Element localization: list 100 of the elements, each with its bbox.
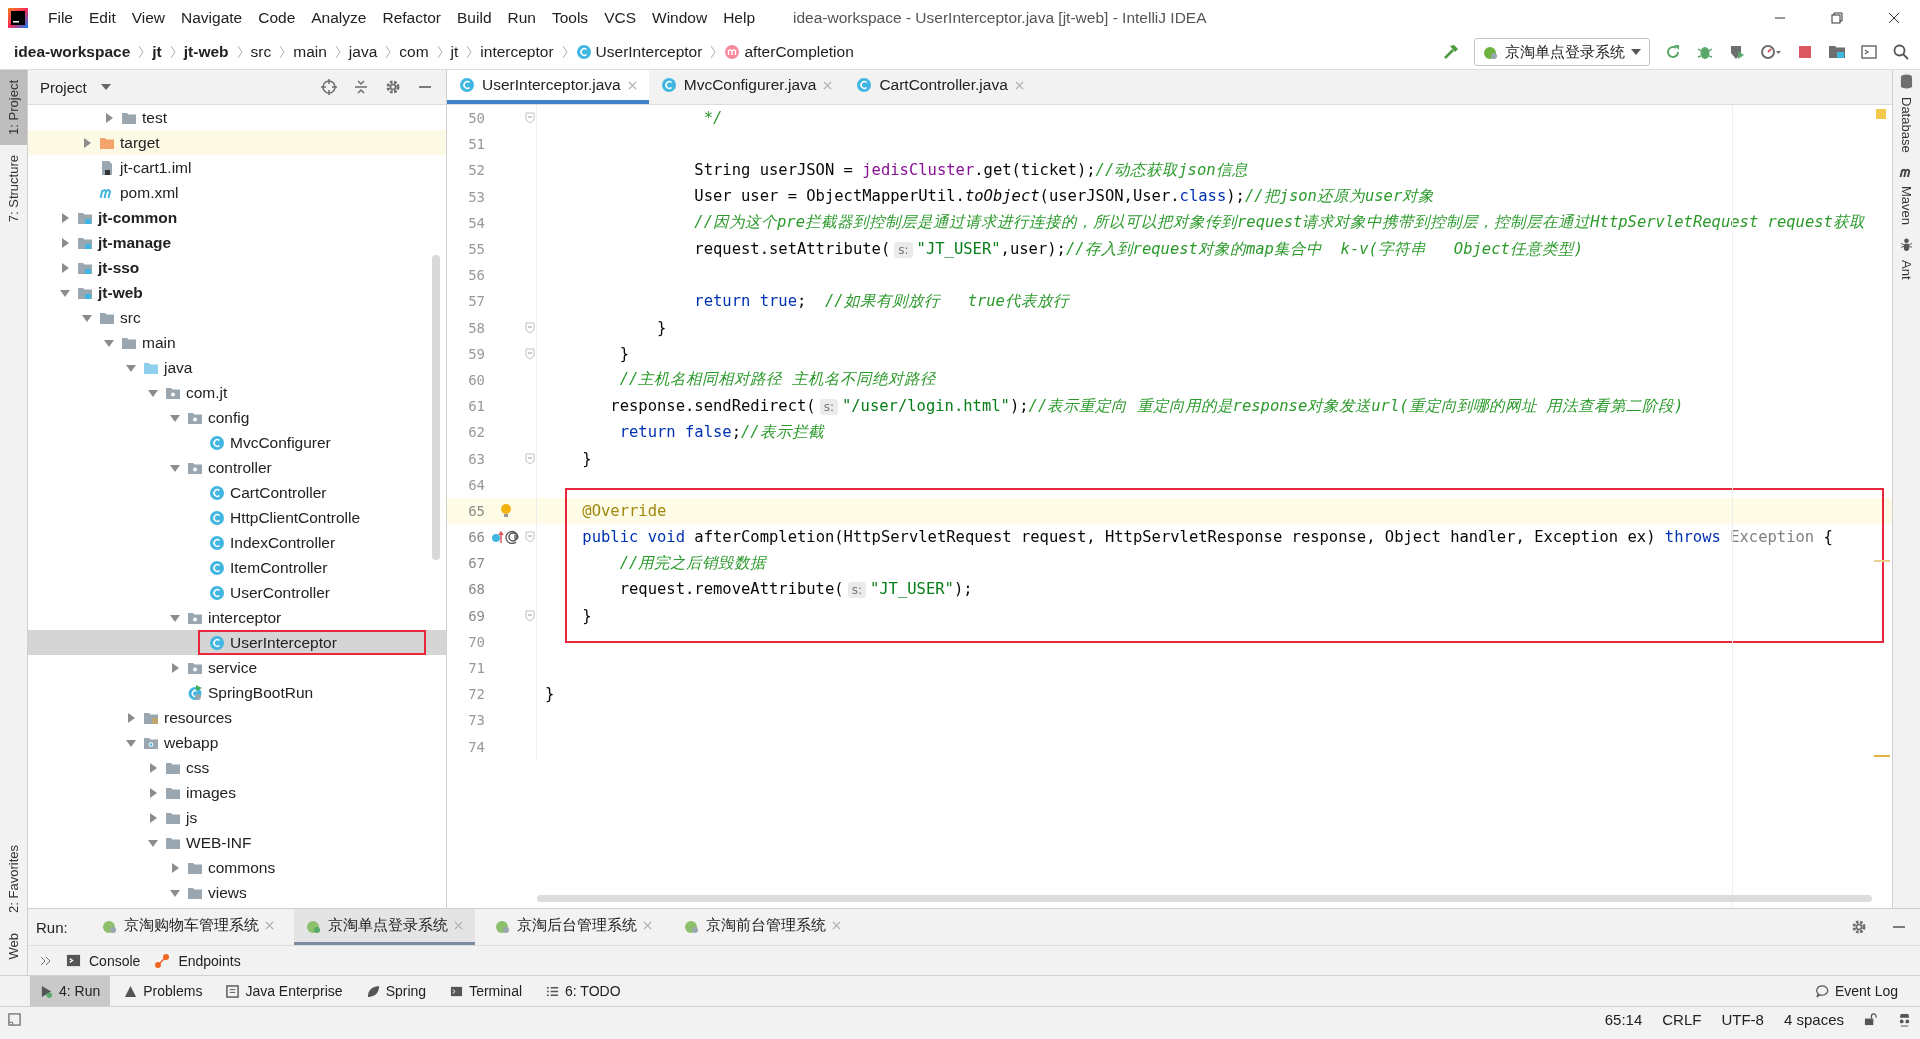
tree-item[interactable]: WEB-INF (28, 830, 446, 855)
fold-marker-icon[interactable] (524, 531, 535, 544)
stop-icon[interactable] (1796, 43, 1814, 61)
expanded-arrow-icon[interactable] (170, 887, 180, 898)
console-tab[interactable]: Console (66, 952, 141, 969)
tool-window-button[interactable]: Ant (1899, 253, 1914, 286)
search-icon[interactable] (1892, 43, 1910, 61)
scroll-marker[interactable] (1874, 755, 1890, 757)
breadcrumb[interactable]: com (399, 43, 429, 61)
breadcrumb[interactable]: main (293, 43, 327, 61)
menu-item[interactable]: View (123, 8, 174, 27)
expanded-arrow-icon[interactable] (170, 412, 180, 423)
menu-item[interactable]: Edit (81, 8, 124, 27)
collapsed-arrow-icon[interactable] (126, 712, 136, 723)
expanded-arrow-icon[interactable] (148, 387, 158, 398)
tool-window-button[interactable]: Maven (1899, 179, 1914, 231)
rerun-icon[interactable] (1664, 43, 1682, 61)
fold-marker-icon[interactable] (524, 609, 535, 622)
layout-icon[interactable] (8, 1012, 21, 1026)
menu-item[interactable]: Refactor (374, 8, 450, 27)
project-structure-icon[interactable] (1828, 43, 1846, 61)
tree-item[interactable]: controller (28, 455, 446, 480)
breadcrumb[interactable]: idea-workspace (14, 43, 131, 61)
menu-item[interactable]: VCS (596, 8, 644, 27)
menu-item[interactable]: Window (644, 8, 716, 27)
tree-item[interactable]: commons (28, 855, 446, 880)
tree-item[interactable]: src (28, 305, 446, 330)
collapsed-arrow-icon[interactable] (148, 787, 158, 798)
fold-marker-icon[interactable] (524, 112, 535, 125)
collapsed-arrow-icon[interactable] (60, 262, 70, 273)
expanded-arrow-icon[interactable] (126, 737, 136, 748)
tree-item[interactable]: main (28, 330, 446, 355)
scrollbar-thumb[interactable] (432, 255, 440, 560)
run-configuration-dropdown[interactable]: 京淘单点登录系统 (1474, 38, 1650, 66)
tree-item[interactable]: ItemController (28, 555, 446, 580)
menu-item[interactable]: Build (449, 8, 500, 27)
expand-icon[interactable] (40, 955, 52, 966)
status-item[interactable]: UTF-8 (1721, 1010, 1764, 1028)
tree-item[interactable]: jt-manage (28, 230, 446, 255)
expanded-arrow-icon[interactable] (148, 837, 158, 848)
tree-item[interactable]: jt-web (28, 280, 446, 305)
collapse-icon[interactable] (352, 78, 370, 96)
tool-window-button[interactable]: Web (0, 922, 27, 969)
tree-item[interactable]: jt-sso (28, 255, 446, 280)
collapsed-arrow-icon[interactable] (170, 862, 180, 873)
tree-item[interactable]: images (28, 780, 446, 805)
tool-window-button[interactable]: Spring (356, 976, 437, 1006)
breadcrumb[interactable]: java (348, 43, 378, 61)
tool-window-button[interactable]: 2: Favorites (0, 834, 27, 923)
expanded-arrow-icon[interactable] (104, 337, 114, 348)
restore-icon[interactable] (1831, 11, 1843, 24)
lightbulb-icon[interactable] (500, 502, 512, 519)
fold-marker-icon[interactable] (524, 321, 535, 334)
collapsed-arrow-icon[interactable] (82, 137, 92, 148)
tree-item[interactable]: test (28, 105, 446, 130)
tree-item[interactable]: MvcConfigurer (28, 430, 446, 455)
status-item[interactable]: 4 spaces (1783, 1010, 1844, 1028)
tool-window-button[interactable]: Database (1899, 91, 1914, 159)
tree-item[interactable]: com.jt (28, 380, 446, 405)
tree-item[interactable]: SpringBootRun (28, 680, 446, 705)
editor-tab[interactable]: CartController.java (844, 70, 1036, 104)
run-tab[interactable]: 京淘购物车管理系统 (89, 909, 286, 945)
collapsed-arrow-icon[interactable] (60, 237, 70, 248)
menu-item[interactable]: Run (499, 8, 544, 27)
menu-item[interactable]: Help (715, 8, 764, 27)
scroll-marker[interactable] (1874, 560, 1890, 562)
tree-item[interactable]: config (28, 405, 446, 430)
event-log-button[interactable]: Event Log (1805, 976, 1908, 1006)
menu-item[interactable]: Code (250, 8, 304, 27)
tree-item[interactable]: css (28, 755, 446, 780)
collapsed-arrow-icon[interactable] (148, 812, 158, 823)
settings-icon[interactable] (384, 78, 402, 96)
locate-icon[interactable] (320, 78, 338, 96)
collapsed-arrow-icon[interactable] (60, 212, 70, 223)
run-tab[interactable]: 京淘后台管理系统 (482, 909, 664, 945)
tree-item[interactable]: HttpClientControlle (28, 505, 446, 530)
tree-item[interactable]: CartController (28, 480, 446, 505)
breadcrumb[interactable]: interceptor (480, 43, 554, 61)
run-tab[interactable]: 京淘单点登录系统 (293, 909, 475, 945)
expanded-arrow-icon[interactable] (60, 287, 70, 298)
breadcrumb[interactable]: UserInterceptor (575, 43, 703, 61)
scrollbar-thumb[interactable] (537, 895, 1872, 902)
breadcrumb[interactable]: jt (152, 43, 162, 61)
menu-item[interactable]: Tools (543, 8, 597, 27)
tree-item[interactable]: java (28, 355, 446, 380)
warning-marker-icon[interactable] (1876, 109, 1886, 119)
close-icon[interactable] (1888, 11, 1900, 24)
menu-item[interactable]: Analyze (303, 8, 375, 27)
console-tab[interactable]: Endpoints (154, 952, 241, 969)
tree-item[interactable]: webapp (28, 730, 446, 755)
tool-window-button[interactable]: 4: Run (30, 976, 111, 1006)
breadcrumb[interactable]: src (250, 43, 272, 61)
lock-icon[interactable] (1864, 1012, 1877, 1026)
profiler-icon[interactable] (1760, 43, 1782, 61)
breadcrumb[interactable]: jt-web (183, 43, 229, 61)
hammer-icon[interactable] (1442, 43, 1460, 61)
expanded-arrow-icon[interactable] (170, 612, 180, 623)
tree-item[interactable]: IndexController (28, 530, 446, 555)
inspector-icon[interactable] (1897, 1011, 1912, 1027)
expanded-arrow-icon[interactable] (82, 312, 92, 323)
